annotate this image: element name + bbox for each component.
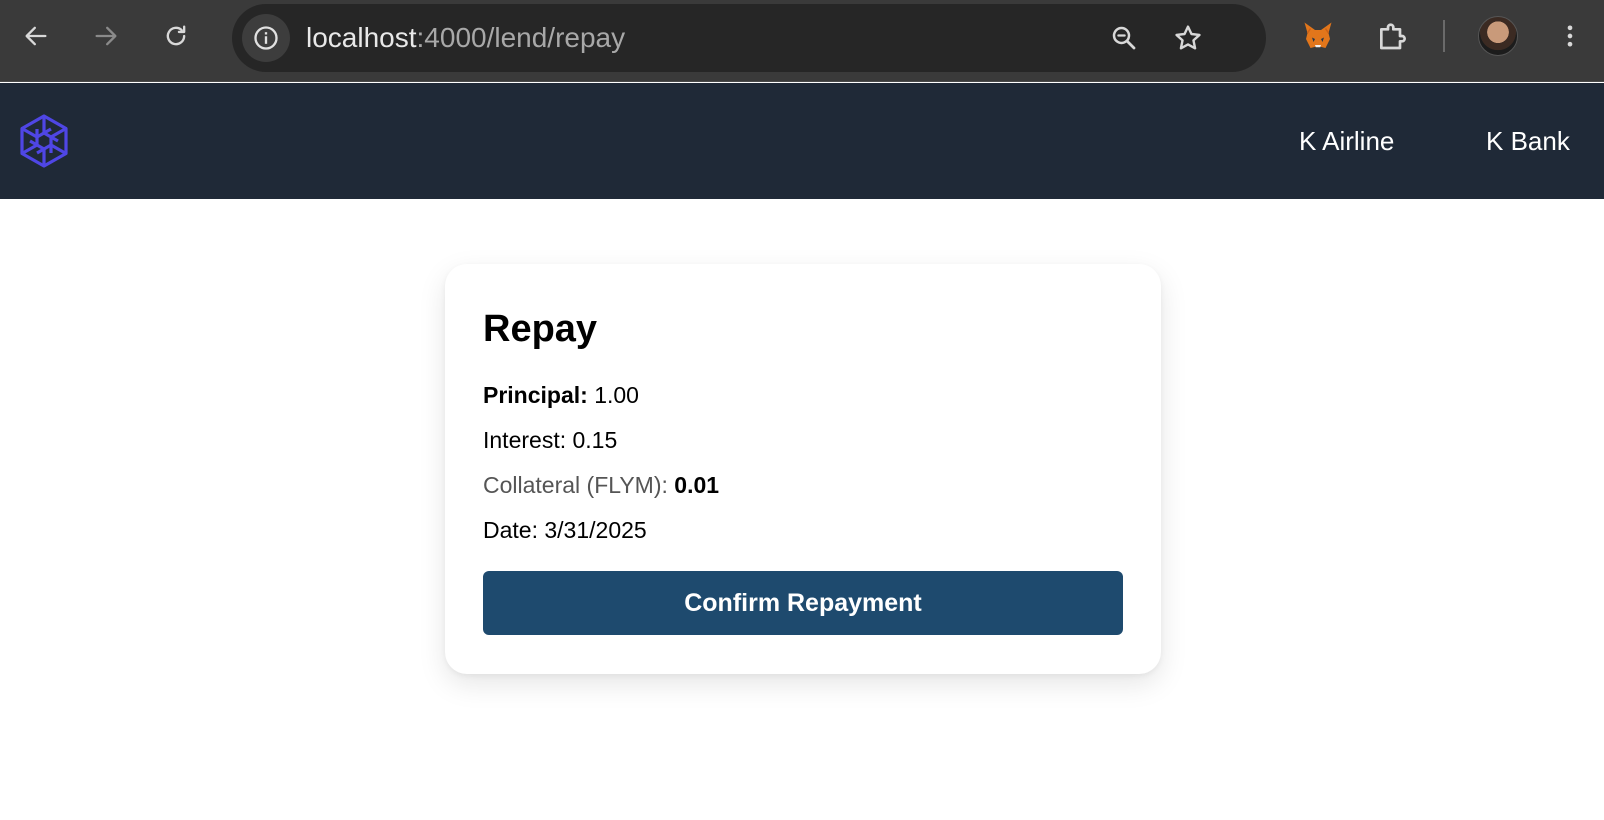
- browser-menu-button[interactable]: [1548, 14, 1592, 58]
- forward-arrow-icon: [95, 26, 117, 46]
- nav-link-k-airline[interactable]: K Airline: [1299, 83, 1394, 199]
- nav-link-k-bank[interactable]: K Bank: [1486, 83, 1570, 199]
- profile-avatar[interactable]: [1478, 16, 1518, 56]
- url-text: localhost:4000/lend/repay: [306, 4, 625, 72]
- star-icon: [1175, 25, 1201, 50]
- date-value: 3/31/2025: [544, 517, 647, 543]
- site-info-button[interactable]: [242, 14, 290, 62]
- interest-value: 0.15: [572, 427, 618, 453]
- collateral-label: Collateral (FLYM):: [483, 472, 668, 498]
- card-title: Repay: [483, 308, 598, 350]
- puzzle-icon: [1380, 23, 1406, 50]
- metamask-extension-button[interactable]: [1296, 14, 1340, 58]
- repay-card: Repay Principal: 1.00 Interest: 0.15 Col…: [445, 264, 1161, 674]
- zoom-icon: [1112, 26, 1136, 50]
- fox-icon: [1304, 22, 1332, 48]
- principal-label: Principal:: [483, 382, 588, 408]
- browser-toolbar: localhost:4000/lend/repay: [0, 0, 1604, 82]
- interest-row: Interest: 0.15: [483, 427, 617, 454]
- hexagon-logo[interactable]: [18, 113, 70, 169]
- bookmark-button[interactable]: [1168, 18, 1208, 58]
- back-button[interactable]: [14, 14, 58, 58]
- url-host: localhost: [306, 22, 417, 53]
- date-label: Date:: [483, 517, 538, 543]
- zoom-button[interactable]: [1104, 18, 1144, 58]
- principal-row: Principal: 1.00: [483, 382, 639, 409]
- forward-button[interactable]: [84, 14, 128, 58]
- date-row: Date: 3/31/2025: [483, 517, 647, 544]
- app-header: K Airline K Bank: [0, 83, 1604, 199]
- toolbar-separator: [1443, 20, 1445, 52]
- info-icon: [254, 26, 278, 50]
- url-path: :4000/lend/repay: [416, 22, 626, 53]
- address-bar[interactable]: localhost:4000/lend/repay: [232, 4, 1266, 72]
- kebab-menu-icon: [1567, 25, 1573, 47]
- principal-value: 1.00: [594, 382, 639, 408]
- extensions-button[interactable]: [1370, 14, 1414, 58]
- collateral-value: 0.01: [674, 472, 720, 498]
- collateral-row: Collateral (FLYM): 0.01: [483, 472, 719, 499]
- reload-button[interactable]: [154, 14, 198, 58]
- back-arrow-icon: [25, 26, 47, 46]
- interest-label: Interest:: [483, 427, 567, 453]
- confirm-repayment-button[interactable]: Confirm Repayment: [483, 571, 1123, 635]
- reload-icon: [166, 25, 186, 46]
